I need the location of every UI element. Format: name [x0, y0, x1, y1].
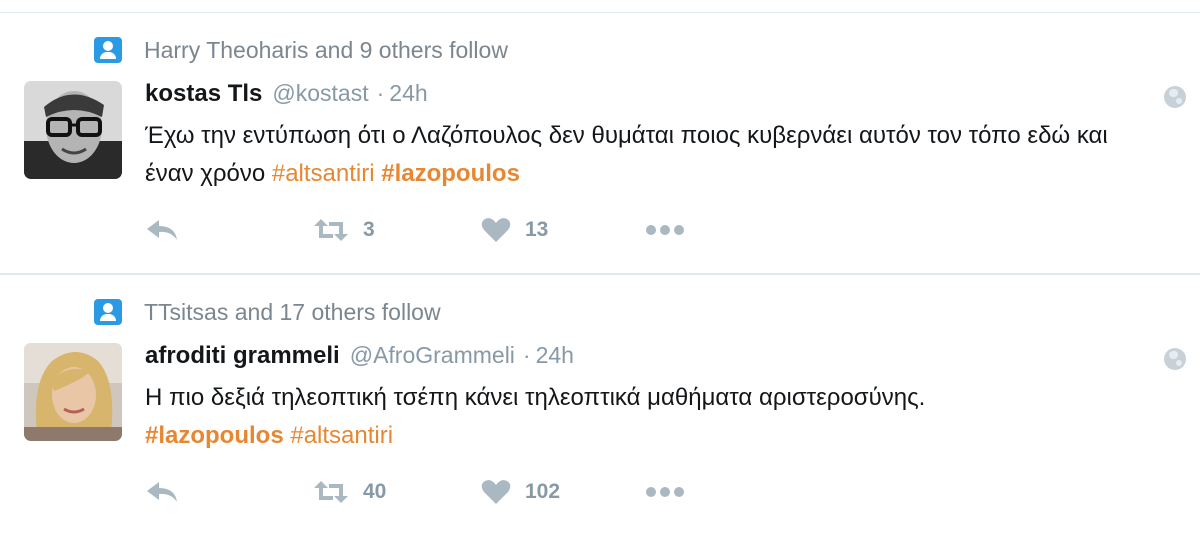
tweet-text: Η πιο δεξιά τηλεοπτική τσέπη κάνει τηλεο…	[145, 379, 1155, 455]
retweet-icon	[313, 217, 349, 243]
hashtag-link[interactable]: #altsantiri	[290, 422, 393, 449]
retweet-count: 3	[363, 218, 375, 241]
hashtag-link[interactable]: #lazopoulos	[145, 422, 284, 449]
hashtag-link[interactable]: #lazopoulos	[381, 160, 520, 187]
globe-icon	[1164, 348, 1186, 370]
like-button[interactable]: 102	[481, 475, 560, 509]
more-button[interactable]	[645, 213, 685, 247]
like-icon	[481, 217, 511, 243]
avatar[interactable]	[24, 343, 122, 441]
user-handle[interactable]: @kostast	[272, 80, 368, 107]
tweet-body: Η πιο δεξιά τηλεοπτική τσέπη κάνει τηλεο…	[145, 384, 926, 411]
tweet-actions: 40 102	[145, 475, 705, 509]
tweet-divider	[0, 273, 1200, 275]
separator: ·	[376, 80, 385, 106]
hashtag-link[interactable]: #altsantiri	[272, 160, 375, 187]
reply-icon	[145, 218, 179, 242]
follow-person-icon	[94, 299, 122, 325]
reply-button[interactable]	[145, 475, 179, 509]
retweet-count: 40	[363, 480, 387, 503]
tweet-item[interactable]: Harry Theoharis and 9 others follow kost…	[0, 24, 1200, 274]
like-count: 102	[525, 480, 561, 503]
social-context: TTsitsas and 17 others follow	[94, 298, 441, 326]
more-icon	[645, 486, 685, 498]
retweet-button[interactable]: 3	[313, 213, 375, 247]
retweet-icon	[313, 479, 349, 505]
like-button[interactable]: 13	[481, 213, 548, 247]
social-context-text: Harry Theoharis and 9 others follow	[144, 36, 508, 63]
like-icon	[481, 479, 511, 505]
tweet-actions: 3 13	[145, 213, 705, 247]
retweet-button[interactable]: 40	[313, 475, 386, 509]
more-button[interactable]	[645, 475, 685, 509]
social-context: Harry Theoharis and 9 others follow	[94, 36, 508, 64]
globe-icon	[1164, 86, 1186, 108]
tweet-text: Έχω την εντύπωση ότι ο Λαζόπουλος δεν θυ…	[145, 117, 1155, 193]
more-icon	[645, 224, 685, 236]
avatar[interactable]	[24, 81, 122, 179]
timestamp[interactable]: 24h	[536, 342, 574, 369]
reply-button[interactable]	[145, 213, 179, 247]
social-context-text: TTsitsas and 17 others follow	[144, 298, 441, 325]
display-name[interactable]: kostas Tls	[145, 80, 262, 108]
like-count: 13	[525, 218, 549, 241]
top-divider	[0, 12, 1200, 13]
separator: ·	[522, 342, 531, 368]
timestamp[interactable]: 24h	[389, 80, 427, 107]
tweet-item[interactable]: TTsitsas and 17 others follow afroditi g…	[0, 286, 1200, 536]
user-handle[interactable]: @AfroGrammeli	[350, 342, 515, 369]
tweet-header: kostas Tls @kostast · 24h	[145, 80, 428, 114]
reply-icon	[145, 480, 179, 504]
tweet-header: afroditi grammeli @AfroGrammeli · 24h	[145, 342, 574, 376]
display-name[interactable]: afroditi grammeli	[145, 342, 340, 370]
follow-person-icon	[94, 37, 122, 63]
